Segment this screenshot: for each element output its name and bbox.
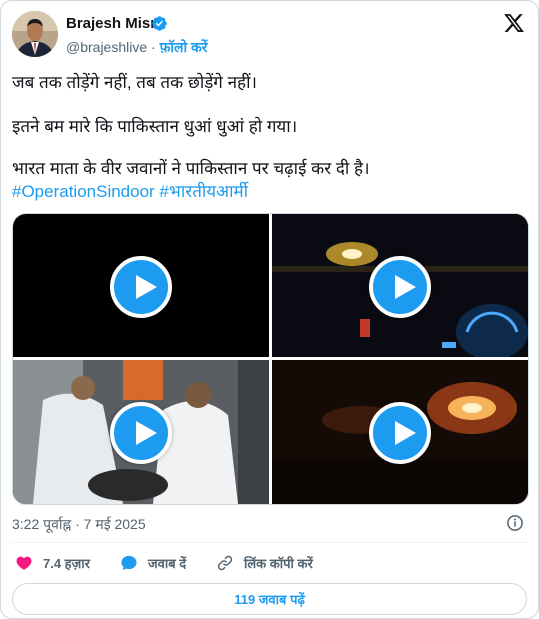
follow-button[interactable]: फ़ॉलो करें [160,39,208,55]
tweet-hashtags[interactable]: #OperationSindoor #भारतीयआर्मी [12,181,248,203]
verified-badge-icon [152,16,167,31]
divider [12,542,527,543]
copy-link-action[interactable]: लिंक कॉपी करें [216,553,313,573]
handle-row: @brajeshlive · फ़ॉलो करें [66,38,208,57]
video-thumbnail-4[interactable] [272,360,528,504]
play-icon[interactable] [369,402,431,464]
info-icon[interactable] [506,514,524,532]
author-name[interactable]: Brajesh Misra [66,15,164,32]
author-handle[interactable]: @brajeshlive [66,39,147,55]
play-icon[interactable] [110,402,172,464]
reply-action[interactable]: जवाब दें [120,553,186,573]
like-action[interactable]: 7.4 हज़ार [15,553,90,573]
video-thumbnail-1[interactable] [13,214,269,357]
link-icon [217,555,233,571]
x-logo-icon[interactable] [503,12,525,34]
read-replies-button[interactable]: 119 जवाब पढ़ें [12,583,527,615]
reply-bubble-icon [121,555,137,571]
like-count: 7.4 हज़ार [43,556,90,571]
video-thumbnail-2[interactable] [272,214,528,357]
tweet-text-line-3: भारत माता के वीर जवानों ने पाकिस्तान पर … [12,159,370,178]
reply-label: जवाब दें [148,556,187,571]
heart-icon [16,556,32,570]
copy-link-label: लिंक कॉपी करें [244,556,313,571]
media-grid [12,213,529,505]
tweet-card: Brajesh Misra @brajeshlive · फ़ॉलो करें … [0,0,539,619]
play-icon[interactable] [369,256,431,318]
tweet-text-line-2: इतने बम मारे कि पाकिस्तान धुआं धुआं हो ग… [12,117,298,136]
video-thumbnail-3[interactable] [13,360,269,504]
separator-dot: · [151,39,156,55]
avatar[interactable] [12,11,58,57]
tweet-text-line-1: जब तक तोड़ेंगे नहीं, तब तक छोड़ेंगे नहीं… [12,73,257,92]
play-icon[interactable] [110,256,172,318]
tweet-timestamp[interactable]: 3:22 पूर्वाह्न · 7 मई 2025 [12,515,146,534]
